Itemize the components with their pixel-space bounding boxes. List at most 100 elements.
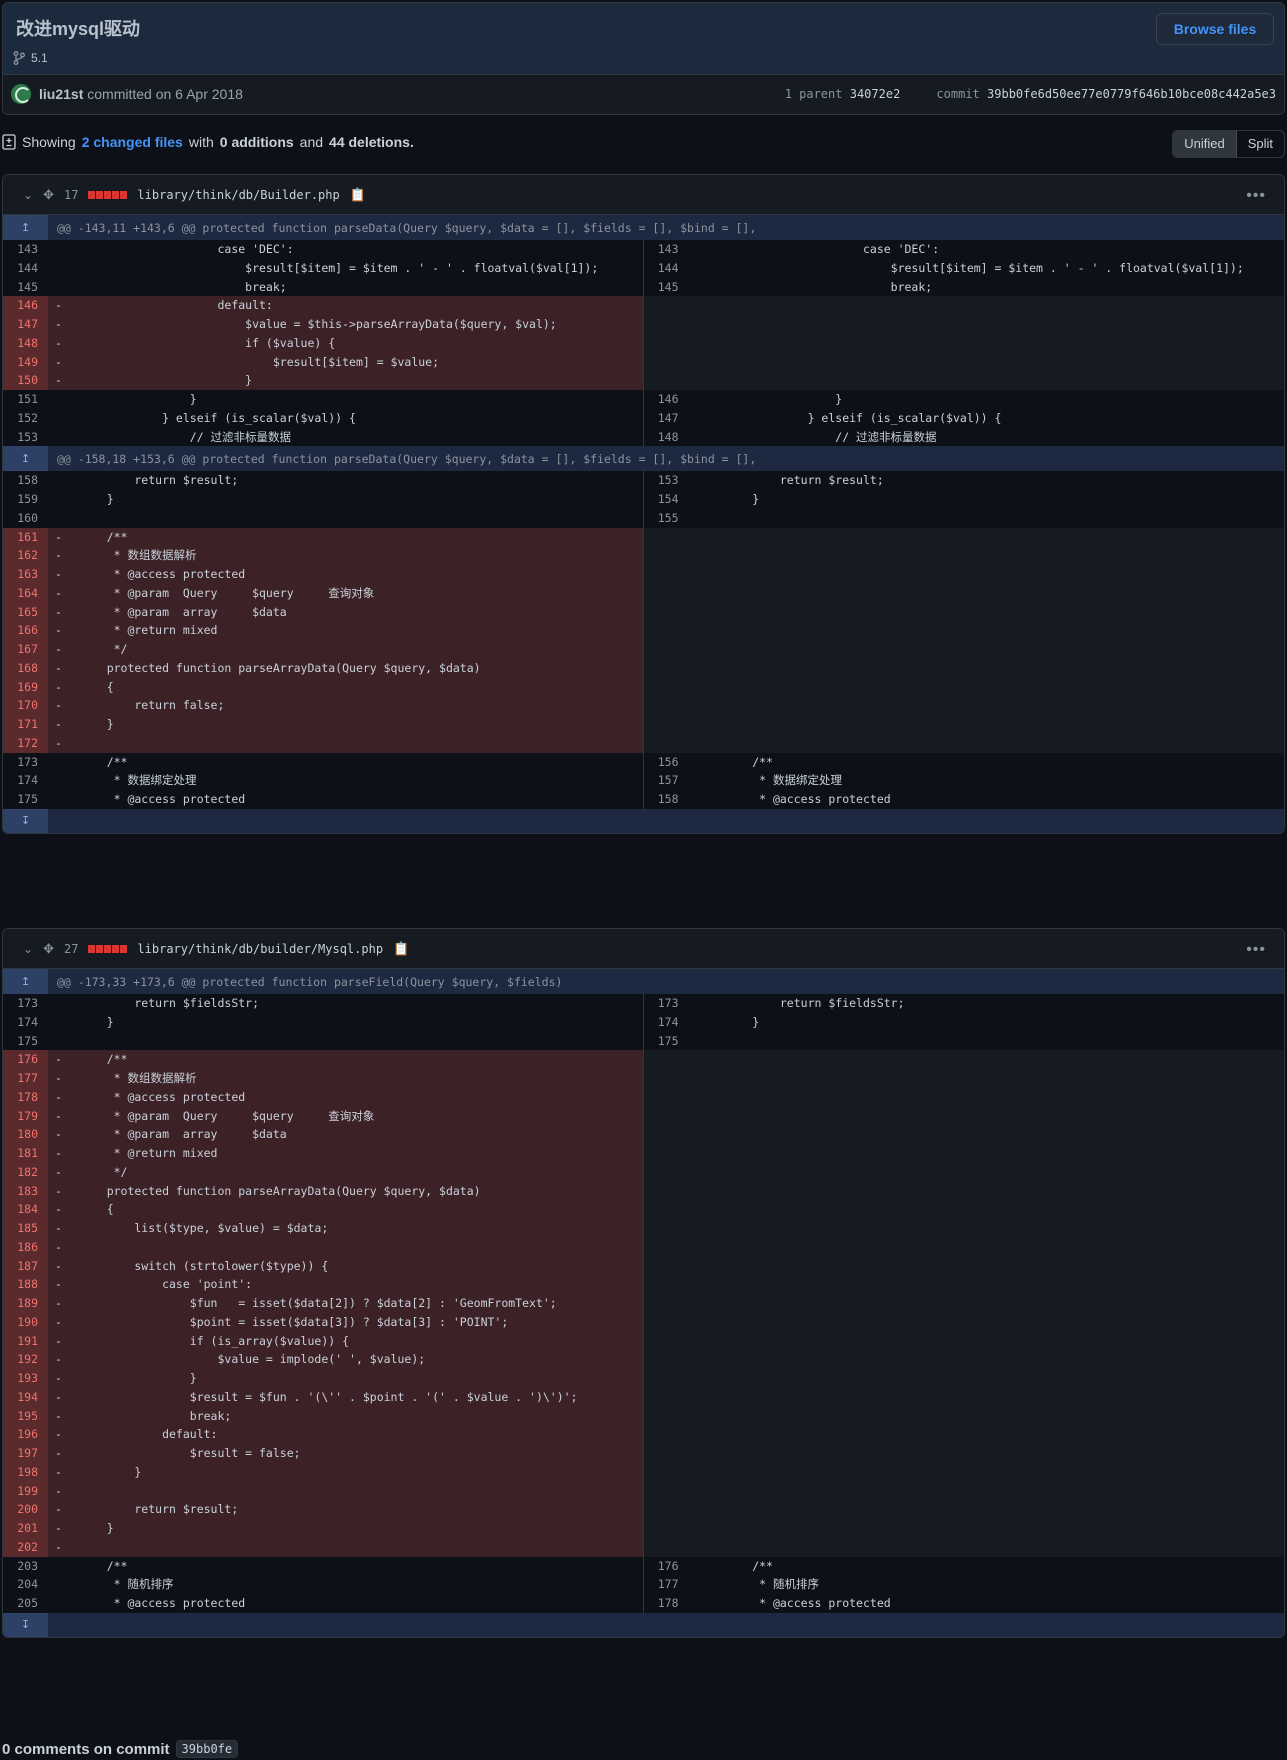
changed-files-link[interactable]: 2 changed files	[82, 134, 183, 150]
kebab-icon[interactable]: •••	[1246, 941, 1266, 959]
right-line-number[interactable]: 148	[644, 428, 689, 447]
right-line-number[interactable]: 173	[644, 994, 689, 1013]
left-line-number[interactable]: 167	[3, 640, 48, 659]
left-line-number[interactable]: 190	[3, 1312, 48, 1332]
right-line-number[interactable]: 178	[644, 1594, 689, 1613]
left-line-number[interactable]: 184	[3, 1200, 48, 1219]
right-line-number[interactable]: 144	[644, 259, 689, 278]
left-line-number[interactable]: 146	[3, 296, 48, 315]
right-line-number[interactable]: 177	[644, 1575, 689, 1594]
left-line-number[interactable]: 161	[3, 527, 48, 547]
left-line-number[interactable]: 182	[3, 1162, 48, 1182]
kebab-icon[interactable]: •••	[1246, 187, 1266, 205]
left-line-number[interactable]: 201	[3, 1519, 48, 1538]
right-line-number[interactable]: 153	[644, 471, 689, 490]
author-link[interactable]: liu21st	[39, 86, 83, 102]
expand-down-icon[interactable]: ↧	[3, 808, 48, 833]
left-line-number[interactable]: 165	[3, 602, 48, 622]
left-line-number[interactable]: 185	[3, 1219, 48, 1238]
right-line-number[interactable]: 143	[644, 240, 689, 259]
right-line-number[interactable]: 175	[644, 1032, 689, 1051]
left-line-number[interactable]: 189	[3, 1294, 48, 1313]
expand-icon[interactable]: ✥	[43, 941, 54, 957]
right-line-number[interactable]: 174	[644, 1013, 689, 1032]
left-line-number[interactable]: 158	[3, 471, 48, 490]
left-line-number[interactable]: 147	[3, 315, 48, 334]
left-line-number[interactable]: 197	[3, 1444, 48, 1463]
left-line-number[interactable]: 194	[3, 1387, 48, 1407]
left-line-number[interactable]: 148	[3, 333, 48, 353]
unified-view-button[interactable]: Unified	[1173, 131, 1237, 157]
left-line-number[interactable]: 192	[3, 1350, 48, 1369]
expand-icon[interactable]: ✥	[43, 187, 54, 203]
right-line-number[interactable]: 176	[644, 1557, 689, 1576]
left-line-number[interactable]: 195	[3, 1406, 48, 1426]
chevron-down-icon[interactable]: ⌄	[23, 188, 33, 202]
left-line-number[interactable]: 188	[3, 1275, 48, 1294]
left-line-number[interactable]: 179	[3, 1106, 48, 1126]
right-line-number[interactable]: 154	[644, 490, 689, 509]
left-line-number[interactable]: 191	[3, 1331, 48, 1351]
left-line-number[interactable]: 164	[3, 583, 48, 603]
left-line-number[interactable]: 163	[3, 565, 48, 584]
left-line-number[interactable]: 202	[3, 1537, 48, 1557]
left-line-number[interactable]: 166	[3, 621, 48, 640]
right-line-number[interactable]: 158	[644, 790, 689, 809]
left-line-number[interactable]: 175	[3, 1032, 48, 1051]
right-line-number[interactable]: 147	[644, 409, 689, 428]
left-line-number[interactable]: 196	[3, 1425, 48, 1444]
left-line-number[interactable]: 144	[3, 259, 48, 278]
left-line-number[interactable]: 143	[3, 240, 48, 259]
split-view-button[interactable]: Split	[1237, 131, 1284, 157]
clipboard-icon[interactable]: 📋	[350, 187, 366, 203]
left-line-number[interactable]: 178	[3, 1087, 48, 1107]
browse-files-button[interactable]: Browse files	[1156, 13, 1274, 45]
left-line-number[interactable]: 203	[3, 1557, 48, 1576]
left-line-number[interactable]: 204	[3, 1575, 48, 1594]
left-line-number[interactable]: 200	[3, 1500, 48, 1519]
left-line-number[interactable]: 173	[3, 994, 48, 1013]
left-line-number[interactable]: 174	[3, 771, 48, 790]
left-line-number[interactable]: 149	[3, 352, 48, 372]
left-line-number[interactable]: 181	[3, 1144, 48, 1163]
left-line-number[interactable]: 162	[3, 546, 48, 565]
left-line-number[interactable]: 175	[3, 790, 48, 809]
right-line-number[interactable]: 156	[644, 753, 689, 772]
left-line-number[interactable]: 159	[3, 490, 48, 509]
left-line-number[interactable]: 205	[3, 1594, 48, 1613]
branch-label[interactable]: 5.1	[13, 51, 48, 65]
right-line-number[interactable]: 155	[644, 509, 689, 528]
right-line-number[interactable]: 145	[644, 278, 689, 297]
left-line-number[interactable]: 172	[3, 733, 48, 753]
left-line-number[interactable]: 187	[3, 1256, 48, 1276]
chevron-down-icon[interactable]: ⌄	[23, 942, 33, 956]
left-line-number[interactable]: 180	[3, 1125, 48, 1144]
expand-down-icon[interactable]: ↧	[3, 1612, 48, 1637]
expand-up-icon[interactable]: ↥	[3, 215, 48, 240]
right-line-number[interactable]: 146	[644, 390, 689, 409]
left-line-number[interactable]: 152	[3, 409, 48, 428]
left-line-number[interactable]: 171	[3, 715, 48, 734]
left-line-number[interactable]: 199	[3, 1481, 48, 1501]
right-line-number[interactable]: 157	[644, 771, 689, 790]
left-line-number[interactable]: 170	[3, 696, 48, 715]
left-line-number[interactable]: 150	[3, 371, 48, 390]
left-line-number[interactable]: 168	[3, 658, 48, 678]
clipboard-icon[interactable]: 📋	[393, 941, 409, 957]
left-line-number[interactable]: 177	[3, 1069, 48, 1088]
left-line-number[interactable]: 173	[3, 753, 48, 772]
left-line-number[interactable]: 186	[3, 1237, 48, 1257]
left-line-number[interactable]: 176	[3, 1050, 48, 1069]
left-line-number[interactable]: 160	[3, 509, 48, 528]
left-line-number[interactable]: 169	[3, 677, 48, 697]
left-line-number[interactable]: 153	[3, 428, 48, 447]
file-path-link[interactable]: library/think/db/Builder.php	[137, 188, 339, 202]
expand-up-icon[interactable]: ↥	[3, 969, 48, 994]
left-line-number[interactable]: 174	[3, 1013, 48, 1032]
left-line-number[interactable]: 193	[3, 1369, 48, 1388]
left-line-number[interactable]: 183	[3, 1181, 48, 1201]
expand-up-icon[interactable]: ↥	[3, 446, 48, 472]
left-line-number[interactable]: 151	[3, 390, 48, 409]
parent-sha-link[interactable]: 34072e2	[850, 87, 901, 101]
left-line-number[interactable]: 198	[3, 1462, 48, 1482]
